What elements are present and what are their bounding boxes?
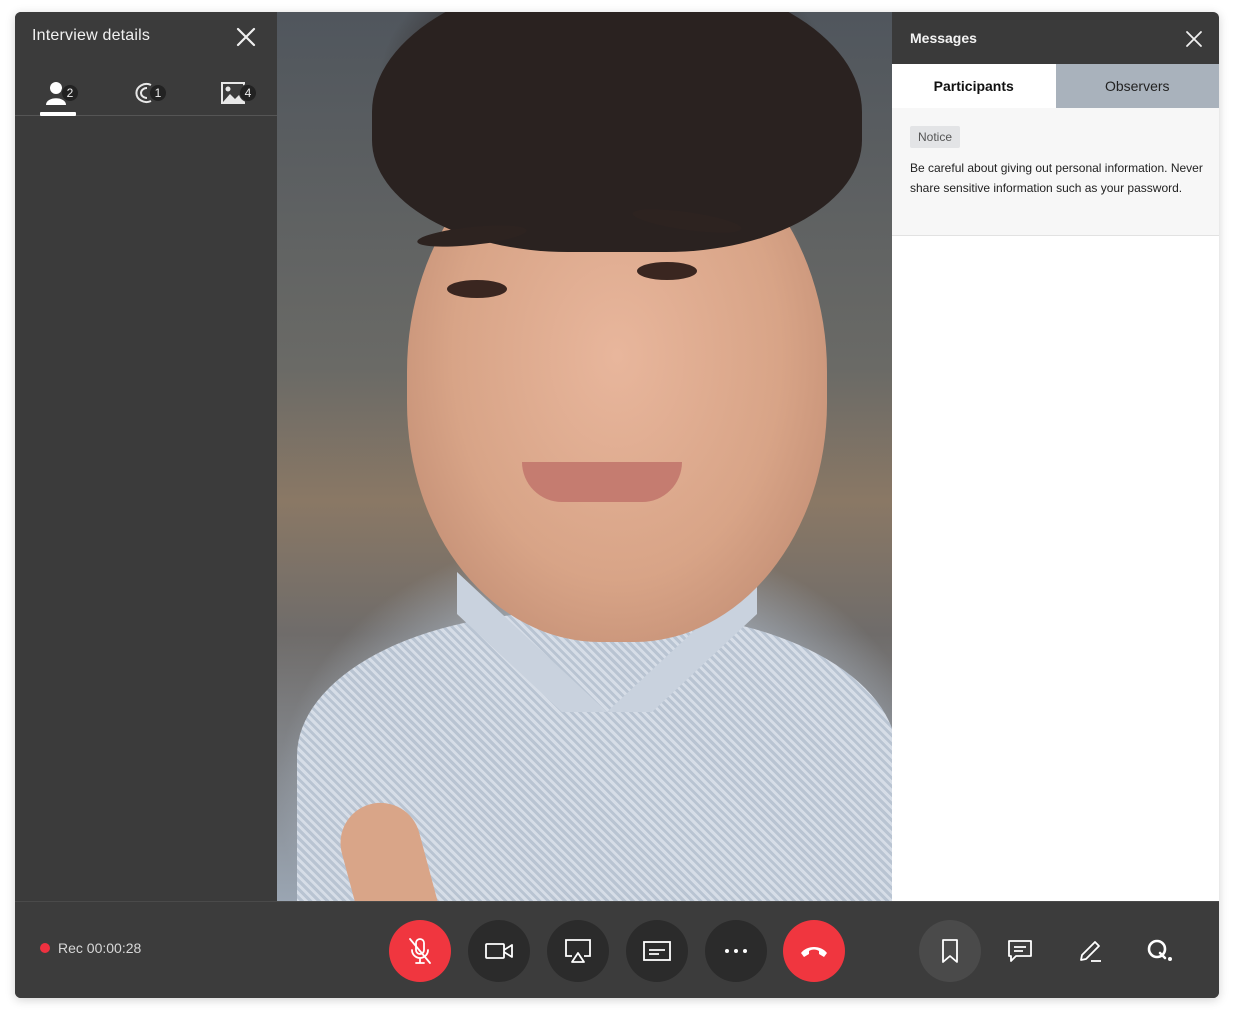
- chat-button[interactable]: [989, 920, 1051, 982]
- messages-title: Messages: [910, 30, 977, 46]
- observers-count-badge: 1: [149, 84, 167, 102]
- close-icon[interactable]: [235, 26, 257, 48]
- video-interview-window: Interview details 2 1 4 Messages Partici…: [15, 12, 1219, 998]
- notice-text: Be careful about giving out personal inf…: [910, 161, 1203, 195]
- bookmark-icon: [942, 939, 958, 963]
- tab-observers-messages[interactable]: Observers: [1055, 64, 1219, 108]
- video-left-eye: [447, 280, 507, 298]
- video-mouth: [522, 462, 682, 502]
- video-right-eye: [637, 262, 697, 280]
- tab-participants[interactable]: 2: [45, 76, 79, 110]
- messages-tabs: Participants Observers: [892, 64, 1219, 108]
- messages-header: Messages: [892, 12, 1219, 64]
- recording-time: Rec 00:00:28: [58, 940, 142, 956]
- notice-box: Notice Be careful about giving out perso…: [892, 108, 1219, 236]
- participants-count-badge: 2: [61, 84, 79, 102]
- pen-icon: [1080, 941, 1101, 962]
- mute-microphone-button[interactable]: [389, 920, 451, 982]
- tab-participants-messages[interactable]: Participants: [892, 64, 1056, 108]
- interview-details-tabs: 2 1 4: [15, 70, 277, 116]
- video-camera-icon: [485, 943, 513, 959]
- captions-button[interactable]: [626, 920, 688, 982]
- recording-indicator: Rec 00:00:28: [40, 940, 141, 956]
- participant-video[interactable]: [277, 12, 892, 901]
- call-controls-bar: Rec 00:00:28: [15, 901, 1219, 998]
- notice-tag: Notice: [910, 126, 961, 148]
- camera-button[interactable]: [468, 920, 530, 982]
- recording-dot-icon: [40, 943, 50, 953]
- questions-button[interactable]: [1129, 920, 1191, 982]
- annotate-button[interactable]: [1059, 920, 1121, 982]
- active-tab-indicator: [40, 112, 76, 116]
- chat-icon: [1008, 940, 1032, 962]
- screen-share-button[interactable]: [547, 920, 609, 982]
- more-options-button[interactable]: [705, 920, 767, 982]
- messages-panel: Messages Participants Observers Notice B…: [892, 12, 1219, 901]
- interview-details-title: Interview details: [32, 27, 151, 44]
- mic-muted-icon: [409, 938, 431, 964]
- close-icon[interactable]: [1184, 29, 1204, 49]
- captions-icon: [643, 941, 671, 961]
- tab-media[interactable]: 4: [221, 76, 257, 110]
- end-call-icon: [801, 947, 827, 957]
- end-call-button[interactable]: [783, 920, 845, 982]
- tab-observers[interactable]: 1: [131, 76, 167, 110]
- bookmark-button[interactable]: [919, 920, 981, 982]
- media-count-badge: 4: [239, 84, 257, 102]
- video-hair: [372, 12, 862, 252]
- interview-details-panel: Interview details 2 1 4: [15, 12, 277, 901]
- screen-share-icon: [565, 939, 591, 963]
- q-icon: [1147, 939, 1172, 961]
- more-icon: [725, 949, 747, 953]
